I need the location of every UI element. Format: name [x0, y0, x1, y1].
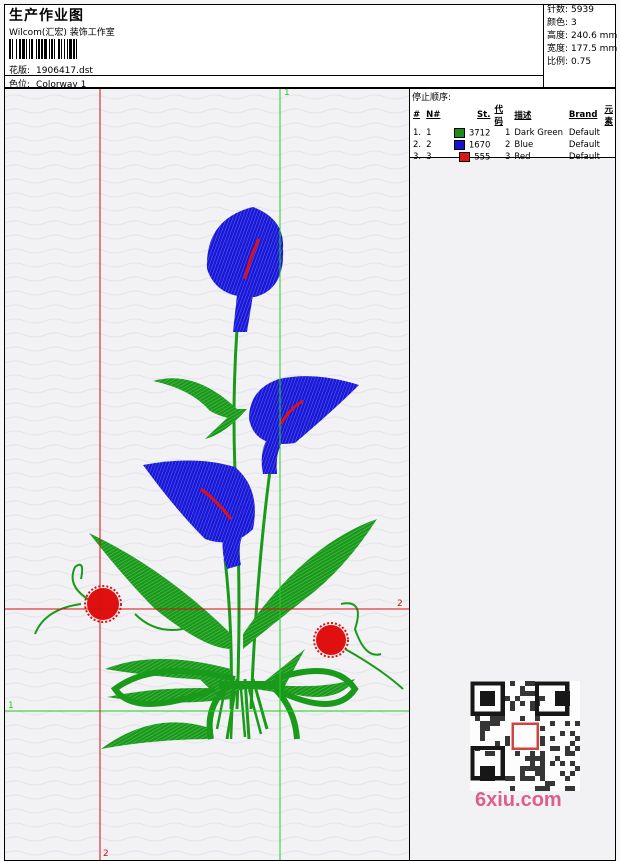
stop-sequence-panel: 停止顺序: # N# St. 代码 描述 Brand 元素 1. 1 3712 1 Da…	[409, 88, 616, 861]
col-header: 元素	[604, 105, 613, 127]
design-file-label: 花版:	[9, 66, 31, 76]
row-number: 1.	[413, 128, 422, 138]
design-canvas[interactable]: 1 1 2 2	[4, 88, 410, 861]
row-brand: Default	[568, 152, 600, 162]
col-header: St.	[477, 110, 491, 120]
row-description: Dark Green	[514, 128, 564, 138]
guide-label-green-v: 1	[284, 88, 290, 98]
stitch-count: 3712	[468, 128, 491, 139]
row-needle: 1	[426, 128, 432, 138]
stats-panel: 针数: 5939 颜色: 3 高度: 240.6 mm 宽度: 177.5 mm 比例:…	[543, 4, 617, 88]
row-number: 2.	[413, 140, 422, 150]
color-swatch	[453, 127, 465, 138]
page-title: 生产作业图	[9, 8, 84, 24]
stat-label: 针数:	[547, 5, 569, 15]
stat-scale: 比例: 0.75	[544, 56, 617, 69]
stat-colors: 颜色: 3	[544, 17, 617, 30]
stat-value: 0.75	[571, 57, 592, 67]
stat-value: 3	[571, 18, 577, 28]
stat-label: 颜色:	[547, 18, 569, 28]
color-swatch	[453, 139, 465, 150]
table-header-row: # N# St. 代码 描述 Brand 元素	[411, 103, 615, 127]
row-code: 3	[504, 152, 511, 162]
stitch-count: 1670	[468, 140, 491, 151]
stat-width: 宽度: 177.5 mm	[544, 43, 617, 56]
row-needle: 2	[426, 140, 432, 150]
row-needle: 3	[426, 152, 432, 162]
watermark-logo: 6xiu.com	[475, 789, 562, 811]
embroidery-design	[5, 89, 409, 860]
col-header: 代码	[494, 105, 503, 127]
company-name: Wilcom(汇宏) 装饰工作室	[9, 28, 115, 38]
row-brand: Default	[568, 140, 600, 150]
row-stitches: 3712	[443, 127, 492, 139]
stitch-count: 555	[474, 152, 491, 163]
row-code: 1	[504, 128, 511, 138]
stat-stitches: 针数: 5939	[544, 4, 617, 17]
row-code: 2	[504, 140, 511, 150]
stat-height: 高度: 240.6 mm	[544, 30, 617, 43]
col-header: N#	[426, 110, 441, 120]
stat-label: 比例:	[547, 57, 569, 67]
row-stitches: 555	[443, 151, 492, 163]
guide-label-red-v: 2	[103, 849, 109, 859]
row-number: 3.	[413, 152, 422, 162]
col-header: #	[413, 110, 421, 120]
stat-value: 5939	[571, 5, 594, 15]
stat-value: 177.5 mm	[571, 44, 618, 54]
row-description: Red	[514, 152, 531, 162]
design-file-field: 花版: 1906417.dst	[9, 63, 93, 76]
design-file-value: 1906417.dst	[36, 66, 93, 76]
row-element	[602, 127, 615, 139]
stop-sequence-table: # N# St. 代码 描述 Brand 元素 1. 1 3712 1 Dark Gre…	[411, 103, 615, 163]
row-element	[602, 151, 615, 163]
barcode-image	[9, 39, 77, 59]
qr-code-image	[470, 681, 580, 791]
guide-label-green-h: 1	[8, 701, 14, 711]
table-row[interactable]: 2. 2 1670 2 Blue Default	[411, 139, 615, 151]
stop-sequence-table-area: 停止顺序: # N# St. 代码 描述 Brand 元素 1. 1 3712 1 Da…	[410, 89, 615, 162]
table-row[interactable]: 3. 3 555 3 Red Default	[411, 151, 615, 163]
row-description: Blue	[514, 140, 534, 150]
row-brand: Default	[568, 128, 600, 138]
col-header: Brand	[568, 110, 598, 120]
guide-label-red-h: 2	[397, 599, 403, 609]
stat-label: 宽度:	[547, 44, 569, 54]
row-stitches: 1670	[443, 139, 492, 151]
stop-sequence-title: 停止顺序:	[412, 93, 452, 103]
row-element	[602, 139, 615, 151]
stat-label: 高度:	[547, 31, 569, 41]
col-header: 描述	[514, 111, 532, 121]
stat-value: 240.6 mm	[571, 31, 618, 41]
color-swatch	[459, 151, 471, 162]
header: 生产作业图 Wilcom(汇宏) 装饰工作室 花版: 1906417.dst 色位…	[4, 4, 617, 90]
table-row[interactable]: 1. 1 3712 1 Dark Green Default	[411, 127, 615, 139]
